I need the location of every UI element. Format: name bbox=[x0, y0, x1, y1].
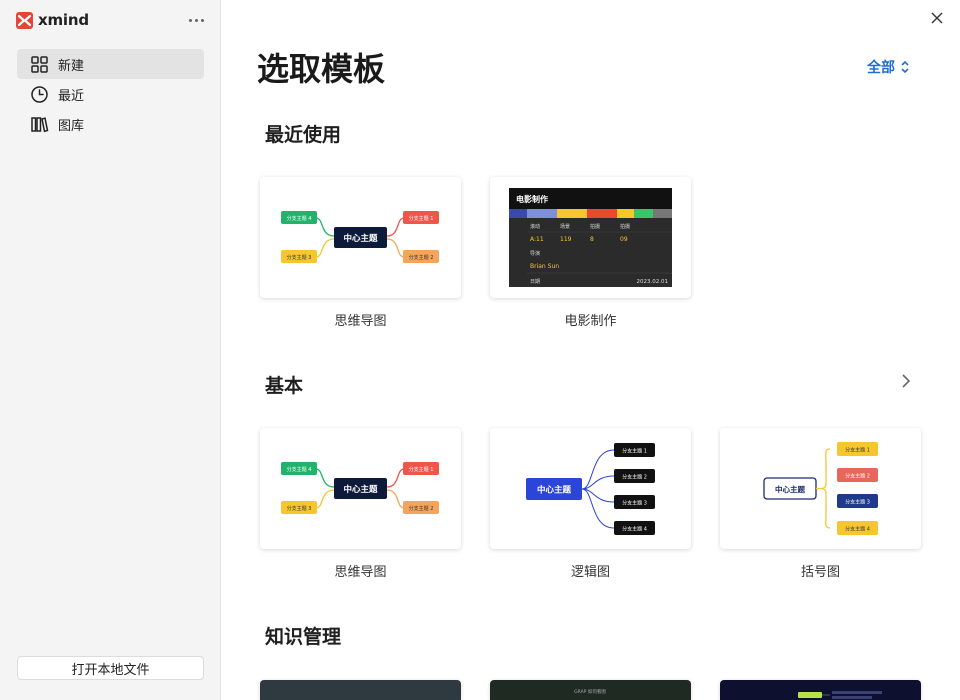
grid-icon bbox=[31, 55, 48, 73]
film-cell-text: A:11 bbox=[530, 236, 544, 243]
film-header-text: 滚动 bbox=[530, 223, 540, 230]
branch-text: 分支主题 1 bbox=[409, 466, 434, 473]
open-local-file-button[interactable]: 打开本地文件 bbox=[17, 656, 204, 680]
library-icon bbox=[31, 116, 49, 132]
template-card-recent-film[interactable]: 电影制作 滚动 场景 拍摄 拍摄 A:11 119 8 09 导演 Brian … bbox=[490, 177, 691, 298]
sidebar-nav: 新建 最近 图库 bbox=[17, 49, 204, 139]
knowledge-title-text: GRAP 如何看图 bbox=[574, 688, 606, 695]
branch-text: 分支主题 4 bbox=[287, 466, 312, 473]
brace-map-thumbnail: 中心主题 分支主题 1 分支主题 2 分支主题 3 分支主题 4 bbox=[763, 442, 878, 535]
template-label: 思维导图 bbox=[334, 565, 387, 580]
section-title-basic: 基本 bbox=[265, 375, 304, 397]
chevron-up-down-icon bbox=[901, 60, 909, 74]
film-production-thumbnail: 电影制作 滚动 场景 拍摄 拍摄 A:11 119 8 09 导演 Brian … bbox=[509, 188, 672, 287]
branch-text: 分支主题 2 bbox=[409, 505, 434, 512]
branch-text: 分支主题 4 bbox=[845, 526, 870, 533]
template-card-knowledge-2[interactable]: GRAP 如何看图 bbox=[490, 680, 691, 700]
template-label: 逻辑图 bbox=[570, 565, 610, 580]
close-icon[interactable] bbox=[928, 9, 946, 27]
central-topic-text: 中心主题 bbox=[537, 485, 572, 496]
page-title: 选取模板 bbox=[257, 50, 386, 88]
template-card-knowledge-1[interactable] bbox=[260, 680, 461, 700]
template-card-basic-brace[interactable]: 中心主题 分支主题 1 分支主题 2 分支主题 3 分支主题 4 bbox=[720, 428, 921, 549]
template-card-knowledge-3[interactable] bbox=[720, 680, 921, 700]
branch-text: 分支主题 1 bbox=[409, 215, 434, 222]
film-title-text: 电影制作 bbox=[516, 194, 548, 204]
logic-chart-thumbnail: 中心主题 分支主题 1 分支主题 2 分支主题 3 分支主题 4 bbox=[526, 443, 655, 535]
central-topic-text: 中心主题 bbox=[775, 484, 805, 494]
section-title-recent: 最近使用 bbox=[265, 124, 342, 146]
film-header-text: 场景 bbox=[560, 223, 570, 230]
knowledge-thumbnail bbox=[260, 680, 461, 700]
sidebar-item-label: 图库 bbox=[58, 118, 85, 134]
sidebar-item-new[interactable]: 新建 bbox=[17, 49, 204, 79]
film-header-text: 拍摄 bbox=[590, 223, 600, 230]
branch-text: 分支主题 2 bbox=[622, 474, 647, 481]
film-date-text: 2023.02.01 bbox=[637, 279, 669, 285]
template-label: 思维导图 bbox=[334, 314, 387, 329]
brand: xmind bbox=[16, 10, 89, 30]
branch-text: 分支主题 1 bbox=[622, 448, 647, 455]
chevron-right-icon[interactable] bbox=[898, 373, 914, 389]
film-label-text: 导演 bbox=[530, 250, 540, 257]
mindmap-thumbnail: 中心主题 分支主题 4 分支主题 3 分支主题 1 分支主题 2 bbox=[281, 462, 439, 514]
branch-text: 分支主题 2 bbox=[845, 473, 870, 480]
branch-text: 分支主题 2 bbox=[409, 254, 434, 261]
branch-text: 分支主题 3 bbox=[622, 500, 647, 507]
section-title-knowledge: 知识管理 bbox=[265, 626, 342, 648]
film-cell-text: 119 bbox=[560, 236, 572, 243]
sidebar: xmind 新建 最近 图库 打开本地文件 bbox=[0, 0, 221, 700]
film-header-text: 拍摄 bbox=[620, 223, 630, 230]
branch-text: 分支主题 3 bbox=[287, 505, 312, 512]
film-label-text: 日期 bbox=[530, 279, 540, 285]
knowledge-thumbnail: GRAP 如何看图 bbox=[490, 680, 691, 700]
app-name: xmind bbox=[38, 11, 89, 29]
main-content: 选取模板 全部 最近使用 中心主题 分支主题 4 分支主题 3 分支主题 1 分… bbox=[221, 0, 960, 700]
branch-text: 分支主题 4 bbox=[622, 526, 647, 533]
filter-dropdown[interactable]: 全部 bbox=[867, 57, 910, 77]
film-cell-text: 09 bbox=[620, 236, 628, 243]
sidebar-item-label: 新建 bbox=[58, 58, 85, 74]
knowledge-thumbnail bbox=[720, 680, 921, 700]
film-director-text: Brian Sun bbox=[530, 263, 559, 270]
branch-text: 分支主题 4 bbox=[287, 215, 312, 222]
central-topic-text: 中心主题 bbox=[343, 233, 378, 244]
sidebar-item-label: 最近 bbox=[58, 88, 85, 104]
template-label: 电影制作 bbox=[564, 314, 617, 329]
branch-text: 分支主题 1 bbox=[845, 447, 870, 454]
mindmap-thumbnail: 中心主题 分支主题 4 分支主题 3 分支主题 1 分支主题 2 bbox=[281, 211, 439, 263]
clock-icon bbox=[31, 85, 48, 103]
film-cell-text: 8 bbox=[590, 236, 594, 243]
branch-text: 分支主题 3 bbox=[845, 499, 870, 506]
template-card-recent-mindmap[interactable]: 中心主题 分支主题 4 分支主题 3 分支主题 1 分支主题 2 bbox=[260, 177, 461, 298]
sidebar-item-library[interactable]: 图库 bbox=[17, 109, 204, 139]
branch-text: 分支主题 3 bbox=[287, 254, 312, 261]
template-card-basic-logic[interactable]: 中心主题 分支主题 1 分支主题 2 分支主题 3 分支主题 4 bbox=[490, 428, 691, 549]
sidebar-item-recent[interactable]: 最近 bbox=[17, 79, 204, 109]
template-card-basic-mindmap[interactable]: 中心主题 分支主题 4 分支主题 3 分支主题 1 分支主题 2 bbox=[260, 428, 461, 549]
central-topic-text: 中心主题 bbox=[343, 484, 378, 495]
more-options-icon[interactable] bbox=[186, 13, 206, 27]
template-label: 括号图 bbox=[800, 565, 840, 580]
xmind-logo-icon bbox=[16, 11, 33, 29]
filter-label: 全部 bbox=[867, 60, 895, 76]
